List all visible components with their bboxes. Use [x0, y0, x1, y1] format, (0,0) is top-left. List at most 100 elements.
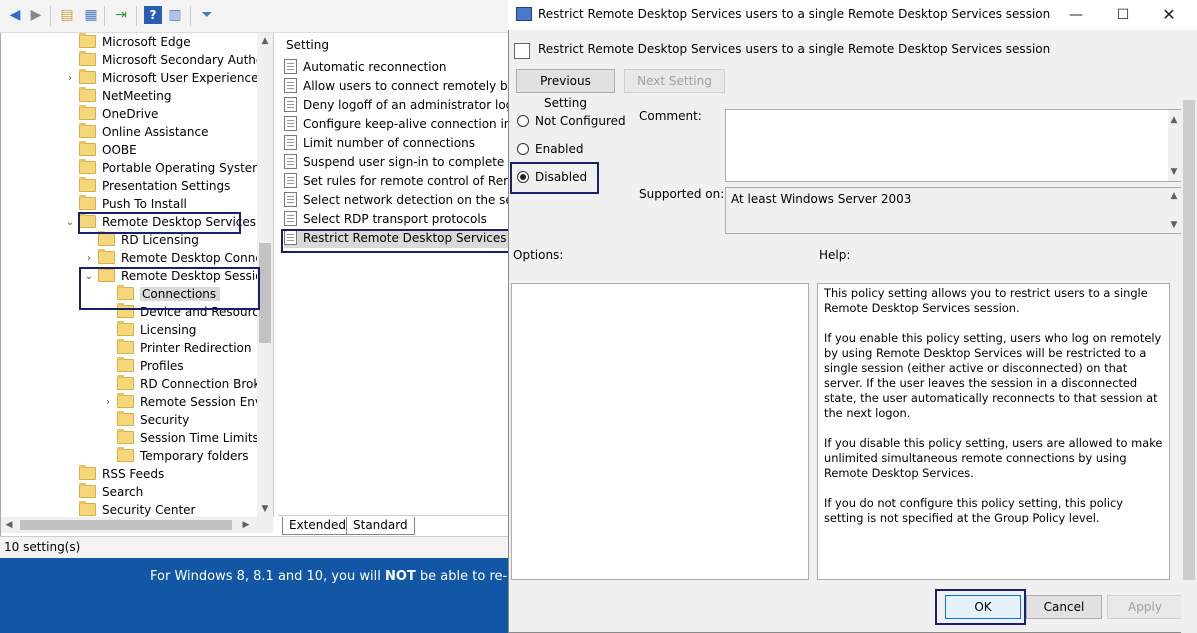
folder-icon — [79, 141, 96, 156]
tree-node-label: Printer Redirection — [140, 341, 252, 355]
supported-scrollbar[interactable]: ▲ ▼ — [1168, 188, 1182, 233]
radio-enabled[interactable]: Enabled — [517, 140, 584, 158]
folder-icon — [98, 267, 115, 282]
back-arrow-icon[interactable]: ◀ — [6, 6, 24, 24]
scroll-down-icon[interactable]: ▼ — [1167, 217, 1181, 233]
scroll-up-icon[interactable]: ▲ — [257, 33, 273, 49]
help-icon[interactable]: ? — [144, 6, 162, 24]
tree-node[interactable]: Remote Desktop Services — [79, 213, 256, 231]
tree-node[interactable]: OneDrive — [79, 105, 158, 123]
scroll-up-icon[interactable]: ▲ — [1167, 112, 1181, 128]
policy-document-icon — [284, 154, 297, 169]
folder-icon — [79, 177, 96, 192]
tree-node[interactable]: OOBE — [79, 141, 137, 159]
tree-node[interactable]: Portable Operating System — [79, 159, 264, 177]
setting-row[interactable]: Suspend user sign-in to complete app — [284, 153, 515, 172]
tree-expand-chevron-icon[interactable]: › — [65, 70, 75, 88]
tree-node[interactable]: Temporary folders — [117, 447, 249, 465]
scroll-down-icon[interactable]: ▼ — [1167, 164, 1181, 180]
setting-row[interactable]: Deny logoff of an administrator logged — [284, 96, 515, 115]
tree-node[interactable]: Connections — [117, 285, 221, 303]
tree-node[interactable]: Device and Resource R — [117, 303, 273, 321]
tree-node[interactable]: RD Licensing — [98, 231, 199, 249]
up-folder-icon[interactable]: ▤ — [58, 6, 76, 24]
scroll-up-icon[interactable]: ▲ — [1167, 188, 1181, 204]
scroll-right-icon[interactable]: ▶ — [238, 517, 254, 533]
tree-node[interactable]: Printer Redirection — [117, 339, 252, 357]
comment-textarea[interactable] — [725, 109, 1183, 182]
setting-row[interactable]: Automatic reconnection — [284, 58, 447, 77]
setting-row[interactable]: Set rules for remote control of Remote — [284, 172, 515, 191]
tab-standard[interactable]: Standard — [346, 517, 415, 535]
tree-expand-chevron-icon[interactable]: › — [103, 394, 113, 412]
radio-not-configured[interactable]: Not Configured — [517, 112, 626, 130]
tree-node[interactable]: Microsoft Edge — [79, 33, 191, 51]
dialog-title: Restrict Remote Desktop Services users t… — [538, 7, 1051, 21]
options-label: Options: — [513, 248, 564, 262]
tree-node[interactable]: RD Connection Broker — [117, 375, 272, 393]
settings-column-header[interactable]: Setting — [286, 38, 329, 52]
policy-document-icon — [284, 78, 297, 93]
dialog-scroll-thumb[interactable] — [1183, 100, 1195, 580]
setting-row[interactable]: Configure keep-alive connection interv — [284, 115, 515, 134]
setting-row[interactable]: Allow users to connect remotely by usi — [284, 77, 515, 96]
forward-arrow-icon[interactable]: ▶ — [27, 6, 45, 24]
tree-expand-chevron-icon[interactable]: › — [84, 250, 94, 268]
tree-node[interactable]: Session Time Limits — [117, 429, 259, 447]
filter-icon[interactable]: ⏷ — [198, 6, 216, 24]
scroll-left-icon[interactable]: ◀ — [1, 517, 17, 533]
next-setting-button[interactable]: Next Setting — [624, 69, 725, 93]
tree-node[interactable]: Security Center — [79, 501, 195, 517]
tree-node[interactable]: Remote Desktop Session I — [98, 267, 273, 285]
tree-expand-chevron-icon[interactable]: ⌄ — [65, 214, 75, 232]
tree-node[interactable]: Remote Session Enviro — [117, 393, 273, 411]
properties-icon[interactable]: ▥ — [166, 6, 184, 24]
tree-node[interactable]: Microsoft Secondary Authent — [79, 51, 273, 69]
setting-row[interactable]: Restrict Remote Desktop Services users — [284, 229, 515, 248]
scroll-down-icon[interactable]: ▼ — [257, 501, 273, 517]
tree-node[interactable]: Push To Install — [79, 195, 187, 213]
policy-document-icon — [284, 230, 297, 245]
tree-node[interactable]: RSS Feeds — [79, 465, 164, 483]
setting-row[interactable]: Select RDP transport protocols — [284, 210, 487, 229]
tree-node-label: Profiles — [140, 359, 184, 373]
ok-button[interactable]: OK — [945, 595, 1021, 619]
tree-expand-chevron-icon[interactable]: ⌄ — [84, 268, 94, 286]
setting-row[interactable]: Limit number of connections — [284, 134, 475, 153]
show-hide-tree-icon[interactable]: ▦ — [82, 6, 100, 24]
tree-node[interactable]: Presentation Settings — [79, 177, 230, 195]
tree-node[interactable]: Microsoft User Experience Vir — [79, 69, 273, 87]
minimize-icon[interactable]: — — [1056, 4, 1096, 26]
radio-disabled[interactable]: Disabled — [517, 168, 587, 186]
setting-label: Select RDP transport protocols — [303, 212, 487, 226]
radio-selected-icon — [517, 171, 529, 183]
tree-node[interactable]: Remote Desktop Connect — [98, 249, 273, 267]
tree-node-label: Temporary folders — [140, 449, 249, 463]
comment-scrollbar[interactable]: ▲ ▼ — [1168, 110, 1182, 181]
close-icon[interactable]: ✕ — [1149, 4, 1189, 26]
setting-row[interactable]: Select network detection on the server — [284, 191, 515, 210]
maximize-icon[interactable]: ☐ — [1103, 4, 1143, 26]
setting-label: Restrict Remote Desktop Services users — [303, 231, 515, 245]
previous-setting-button[interactable]: Previous Setting — [516, 69, 615, 110]
folder-icon — [79, 123, 96, 138]
help-paragraph: If you disable this policy setting, user… — [824, 436, 1163, 480]
tree-node[interactable]: Search — [79, 483, 143, 501]
tree-node-label: RD Connection Broker — [140, 377, 273, 391]
tree-node[interactable]: Online Assistance — [79, 123, 208, 141]
policy-document-icon — [284, 97, 297, 112]
export-list-icon[interactable]: ⇥ — [112, 6, 130, 24]
tree-node[interactable]: NetMeeting — [79, 87, 171, 105]
tree-horizontal-scroll-thumb[interactable] — [20, 520, 232, 530]
setting-label: Limit number of connections — [303, 136, 475, 150]
tree-node[interactable]: Licensing — [117, 321, 196, 339]
folder-icon — [98, 249, 115, 264]
folder-icon — [117, 357, 134, 372]
apply-button[interactable]: Apply — [1107, 595, 1183, 619]
tree-node[interactable]: Security — [117, 411, 189, 429]
tab-extended[interactable]: Extended — [282, 517, 353, 535]
tree-node[interactable]: Profiles — [117, 357, 184, 375]
tree-vertical-scroll-thumb[interactable] — [259, 243, 271, 343]
folder-icon — [79, 105, 96, 120]
cancel-button[interactable]: Cancel — [1026, 595, 1102, 619]
